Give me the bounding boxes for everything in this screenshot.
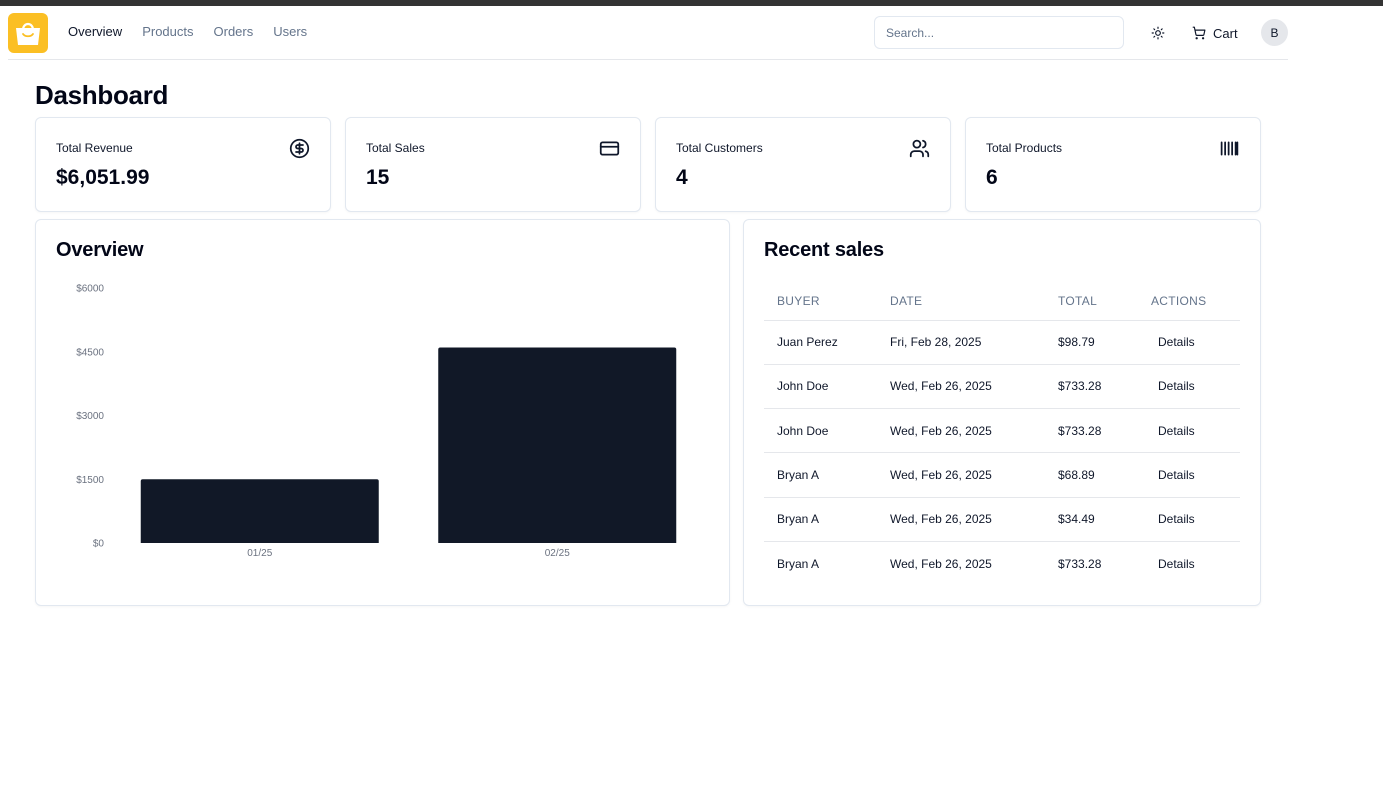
cell-total: $98.79: [1045, 320, 1138, 365]
column-header-total[interactable]: TOTAL: [1045, 282, 1138, 321]
recent-sales-table: BUYER DATE TOTAL ACTIONS Juan Perez Fri,…: [764, 282, 1240, 586]
cart-button[interactable]: Cart: [1192, 23, 1238, 43]
chart-bar[interactable]: [438, 347, 677, 544]
stat-card-total-customers: Total Customers 4: [655, 117, 951, 212]
stat-value: $6,051.99: [56, 166, 150, 189]
stat-card-total-sales: Total Sales 15: [345, 117, 641, 212]
cell-total: $733.28: [1045, 408, 1138, 454]
cell-date: Fri, Feb 28, 2025: [877, 320, 1045, 365]
cell-actions: Details: [1138, 541, 1240, 585]
cell-actions: Details: [1138, 364, 1240, 410]
column-header-buyer[interactable]: BUYER: [764, 282, 877, 321]
table-row: Juan Perez Fri, Feb 28, 2025 $98.79 Deta…: [764, 320, 1240, 365]
stat-title: Total Products: [986, 141, 1063, 155]
stat-title: Total Customers: [676, 141, 763, 155]
table-row: Bryan A Wed, Feb 26, 2025 $68.89 Details: [764, 452, 1240, 498]
stat-value: 15: [366, 166, 390, 189]
stat-card-total-products: Total Products 6: [965, 117, 1261, 212]
cell-date: Wed, Feb 26, 2025: [877, 452, 1045, 498]
stat-title: Total Revenue: [56, 141, 133, 155]
details-button[interactable]: Details: [1151, 508, 1202, 530]
details-button[interactable]: Details: [1151, 553, 1202, 575]
stat-title: Total Sales: [366, 141, 425, 155]
y-tick-label: $6000: [76, 284, 104, 295]
overview-bar-chart: $0 $1500 $3000 $4500 $6000 01/25 02/25: [76, 284, 677, 559]
column-header-date[interactable]: DATE: [877, 282, 1045, 321]
cell-total: $34.49: [1045, 497, 1138, 542]
recent-sales-title: Recent sales: [764, 239, 884, 261]
details-button[interactable]: Details: [1151, 464, 1202, 486]
shopping-bag-logo-icon[interactable]: [8, 13, 48, 53]
nav-link-overview[interactable]: Overview: [68, 24, 122, 39]
cell-actions: Details: [1138, 408, 1240, 454]
cell-actions: Details: [1138, 497, 1240, 542]
users-icon: [909, 139, 930, 158]
nav-link-products[interactable]: Products: [142, 24, 193, 39]
chart-bar[interactable]: [140, 479, 379, 543]
cell-date: Wed, Feb 26, 2025: [890, 556, 992, 571]
cell-buyer: Bryan A: [764, 497, 877, 542]
details-button[interactable]: Details: [1151, 375, 1202, 397]
cell-total: $733.28: [1058, 556, 1102, 571]
search-input[interactable]: [874, 16, 1124, 49]
cell-buyer: Bryan A: [764, 452, 877, 498]
main-nav: Overview Products Orders Users: [68, 24, 307, 39]
cell-buyer: John Doe: [764, 364, 877, 410]
details-button[interactable]: Details: [1151, 331, 1202, 353]
credit-card-icon: [599, 141, 620, 156]
table-row: John Doe Wed, Feb 26, 2025 $733.28 Detai…: [764, 408, 1240, 454]
nav-link-users[interactable]: Users: [273, 24, 307, 39]
y-tick-label: $1500: [76, 475, 104, 486]
cell-actions: Details: [1138, 320, 1240, 365]
shopping-cart-icon: [1192, 26, 1206, 40]
page-title: Dashboard: [35, 80, 169, 110]
overview-panel: Overview $0 $1500 $3000 $4500 $6000 01/25 02/2…: [35, 219, 730, 606]
nav-link-orders[interactable]: Orders: [214, 24, 254, 39]
recent-sales-panel: Recent sales BUYER DATE TOTAL ACTIONS Ju…: [743, 219, 1261, 606]
cell-date: Wed, Feb 26, 2025: [877, 497, 1045, 542]
table-row: John Doe Wed, Feb 26, 2025 $733.28 Detai…: [764, 364, 1240, 410]
barcode-icon: [1220, 141, 1239, 156]
table-header-row: BUYER DATE TOTAL ACTIONS: [764, 282, 1240, 321]
stat-value: 6: [986, 166, 998, 189]
cell-date: Wed, Feb 26, 2025: [877, 364, 1045, 410]
details-button[interactable]: Details: [1151, 420, 1202, 442]
cell-total: $68.89: [1045, 452, 1138, 498]
cell-date: Wed, Feb 26, 2025: [877, 408, 1045, 454]
table-row: Bryan A Wed, Feb 26, 2025 $34.49 Details: [764, 497, 1240, 542]
stat-card-total-revenue: Total Revenue $6,051.99: [35, 117, 331, 212]
theme-toggle-button[interactable]: [1148, 23, 1168, 43]
table-row: Bryan A Wed, Feb 26, 2025 $733.28 Detail…: [764, 541, 1240, 585]
y-tick-label: $4500: [76, 347, 104, 358]
y-tick-label: $3000: [76, 411, 104, 422]
cell-actions: Details: [1138, 452, 1240, 498]
stat-value: 4: [676, 166, 688, 189]
cell-buyer: Bryan A: [777, 556, 820, 571]
cart-label: Cart: [1213, 25, 1238, 41]
top-navbar: Overview Products Orders Users Cart B: [8, 6, 1288, 60]
x-tick-label: 02/25: [545, 548, 570, 559]
user-avatar[interactable]: B: [1261, 19, 1288, 46]
cell-buyer: Juan Perez: [764, 320, 877, 365]
cell-total: $733.28: [1045, 364, 1138, 410]
y-tick-label: $0: [93, 539, 105, 550]
cell-buyer: John Doe: [764, 408, 877, 454]
x-tick-label: 01/25: [247, 548, 272, 559]
dollar-circle-icon: [289, 138, 310, 159]
column-header-actions: ACTIONS: [1138, 282, 1240, 321]
sun-icon: [1151, 26, 1165, 40]
